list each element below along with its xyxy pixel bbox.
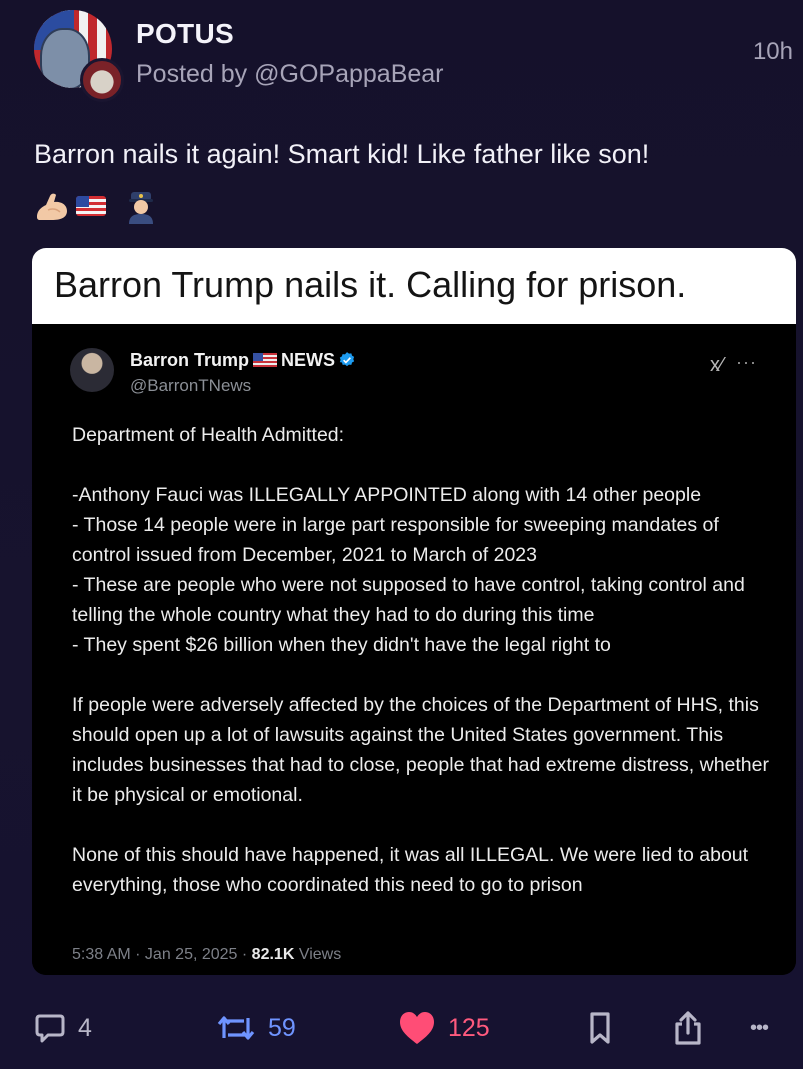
tweet-name-text: Barron Trump xyxy=(130,350,250,370)
share-button[interactable] xyxy=(672,1000,704,1056)
us-flag-icon xyxy=(76,196,106,216)
repost-button[interactable]: 59 xyxy=(216,1000,296,1056)
tweet-paragraph: None of this should have happened, it wa… xyxy=(72,844,749,896)
post-text: Barron nails it again! Smart kid! Like f… xyxy=(34,139,650,169)
tweet-paragraph: -Anthony Fauci was ILLEGALLY APPOINTED a… xyxy=(72,484,745,656)
author-avatar[interactable] xyxy=(34,10,124,102)
share-icon xyxy=(675,1011,701,1045)
heart-icon xyxy=(400,1012,434,1044)
like-count: 125 xyxy=(448,1013,490,1042)
tweet-screenshot: Barron Trump NEWS @BarronTNews x⁄ ··· Dep… xyxy=(32,324,796,975)
poster-avatar[interactable] xyxy=(80,58,124,102)
card-caption-bar: Barron Trump nails it. Calling for priso… xyxy=(32,248,796,324)
tweet-author-name: Barron Trump NEWS xyxy=(130,350,356,371)
us-flag-icon xyxy=(253,353,278,367)
card-caption: Barron Trump nails it. Calling for priso… xyxy=(54,264,687,305)
comment-button[interactable]: 4 xyxy=(34,1000,92,1056)
tweet-handle: @BarronTNews xyxy=(130,376,252,395)
embedded-image-card[interactable]: Barron Trump nails it. Calling for priso… xyxy=(32,248,796,975)
bookmark-button[interactable] xyxy=(588,1000,612,1056)
repost-count: 59 xyxy=(268,1013,296,1042)
more-options-button[interactable]: ••• xyxy=(750,1000,769,1056)
police-officer-icon xyxy=(129,192,153,224)
comment-count: 4 xyxy=(78,1013,92,1042)
tweet-paragraph: If people were adversely affected by the… xyxy=(72,694,769,806)
flexed-biceps-icon xyxy=(37,193,67,220)
tweet-avatar xyxy=(70,348,114,392)
comment-icon xyxy=(35,1014,65,1043)
x-logo-icon: x⁄ xyxy=(710,354,724,376)
author-name[interactable]: POTUS xyxy=(136,18,234,50)
tweet-views-label: Views xyxy=(294,946,342,963)
posted-by[interactable]: Posted by @GOPappaBear xyxy=(136,60,444,89)
bookmark-icon xyxy=(590,1012,610,1044)
tweet-meta: 5:38 AM · Jan 25, 2025 · 82.1K Views xyxy=(72,946,341,964)
post-action-bar: 4 59 125 ••• xyxy=(0,1000,803,1060)
tweet-timestamp: 5:38 AM · Jan 25, 2025 · xyxy=(72,946,252,963)
tweet-body: Department of Health Admitted: -Anthony … xyxy=(72,420,772,900)
tweet-paragraph: Department of Health Admitted: xyxy=(72,424,345,446)
like-button[interactable]: 125 xyxy=(398,1000,490,1056)
verified-badge-icon xyxy=(339,352,355,367)
repost-icon xyxy=(217,1016,255,1040)
tweet-menu-icon: ··· xyxy=(736,352,757,372)
post-time: 10h xyxy=(752,38,793,65)
tweet-name-suffix: NEWS xyxy=(281,350,336,370)
tweet-views-count: 82.1K xyxy=(251,946,295,963)
